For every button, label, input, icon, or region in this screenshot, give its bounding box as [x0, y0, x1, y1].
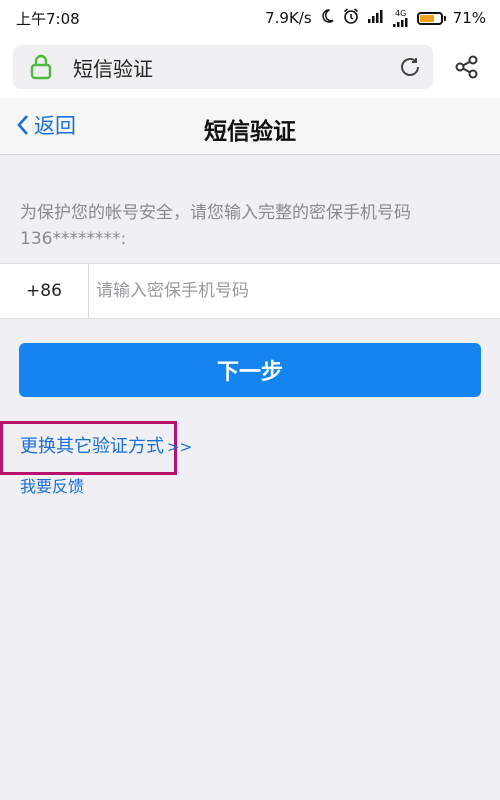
status-bar: 上午7:08 7.9K/s 4G 71% [0, 0, 500, 36]
signal-icon [367, 9, 385, 27]
status-icons: 7.9K/s 4G 71% [265, 7, 486, 29]
moon-icon [319, 8, 335, 28]
signal-4g-icon: 4G [392, 9, 410, 27]
browser-toolbar: 短信验证 [0, 36, 500, 98]
switch-arrows: >> [167, 438, 193, 456]
verification-prompt: 为保护您的帐号安全，请您输入完整的密保手机号码136********: [20, 203, 411, 249]
address-bar-title: 短信验证 [73, 56, 153, 81]
reload-icon[interactable] [397, 54, 423, 80]
status-time: 上午7:08 [16, 9, 80, 28]
page-header: 返回 短信验证 [0, 98, 500, 155]
page-title: 短信验证 [204, 119, 296, 145]
battery-fill [419, 14, 434, 22]
share-icon[interactable] [452, 52, 482, 82]
alarm-icon [342, 7, 360, 29]
phone-number-input[interactable] [89, 263, 500, 319]
country-code[interactable]: +86 [0, 264, 89, 318]
battery-icon [416, 11, 446, 25]
address-bar[interactable]: 短信验证 [13, 45, 433, 89]
lock-icon [29, 53, 53, 81]
switch-verification-label: 更换其它验证方式 [20, 436, 164, 457]
switch-verification-link[interactable]: 更换其它验证方式 >> [20, 432, 192, 458]
battery-percent: 71% [452, 9, 486, 27]
net-speed: 7.9K/s [265, 9, 312, 27]
phone-input-row: +86 [0, 263, 500, 319]
next-step-button[interactable]: 下一步 [19, 343, 481, 397]
feedback-link[interactable]: 我要反馈 [20, 473, 84, 497]
